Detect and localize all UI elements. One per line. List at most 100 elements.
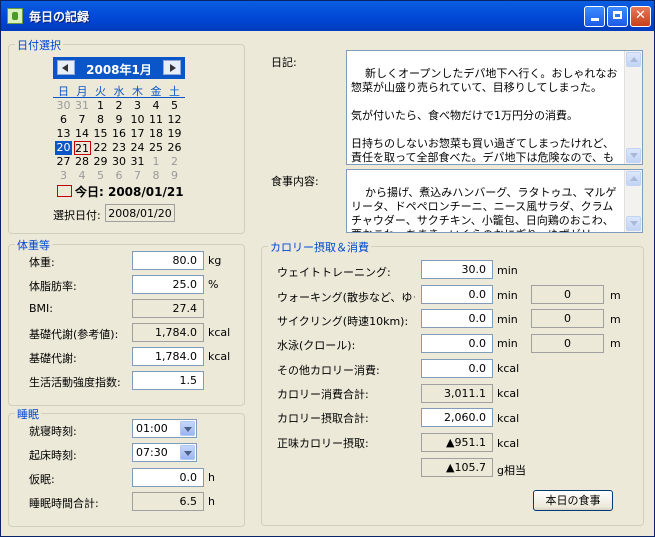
calendar-day[interactable]: 8	[148, 169, 165, 183]
prev-month-button[interactable]	[57, 60, 75, 75]
scroll-down-icon[interactable]	[626, 216, 641, 231]
calendar-day[interactable]: 19	[166, 127, 183, 141]
calendar-day[interactable]: 27	[55, 155, 72, 169]
calendar-day[interactable]: 12	[166, 113, 183, 127]
maximize-button[interactable]	[607, 6, 628, 27]
weight-training-input[interactable]: 30.0	[421, 260, 493, 279]
app-icon	[7, 8, 23, 24]
calendar-day[interactable]: 13	[55, 127, 72, 141]
next-month-button[interactable]	[163, 60, 181, 75]
diary-textarea[interactable]: 新しくオープンしたデパ地下へ行く。おしゃれなお惣菜が山盛り売られていて、目移りし…	[346, 50, 643, 165]
calendar-day[interactable]: 30	[111, 155, 128, 169]
net-intake-label: 正味カロリー摂取:	[277, 437, 369, 450]
other-burn-input[interactable]: 0.0	[421, 359, 493, 378]
burn-total-label: カロリー消費合計:	[277, 388, 369, 401]
swimming-distance-field: 0	[531, 334, 604, 353]
calendar-day[interactable]: 21	[73, 141, 91, 155]
scroll-down-icon[interactable]	[626, 148, 641, 163]
maximize-icon	[613, 11, 622, 19]
scroll-up-icon[interactable]	[626, 52, 641, 67]
calendar-header: 2008年1月	[53, 57, 185, 79]
calendar-day[interactable]: 7	[74, 113, 91, 127]
calendar-day[interactable]: 6	[111, 169, 128, 183]
calendar-day[interactable]: 26	[166, 141, 183, 155]
meal-textarea[interactable]: から揚げ、煮込みハンバーグ、ラタトゥユ、マルゲリータ、ドペペロンチーニ、ニース風…	[346, 169, 643, 233]
calendar-day[interactable]: 31	[129, 155, 146, 169]
chevron-down-icon[interactable]	[180, 445, 195, 460]
calendar-day[interactable]: 11	[148, 113, 165, 127]
swimming-input[interactable]: 0.0	[421, 334, 493, 353]
scroll-up-icon[interactable]	[626, 171, 641, 186]
calendar-day[interactable]: 25	[148, 141, 165, 155]
calendar-day[interactable]: 15	[92, 127, 109, 141]
weight-training-label: ウェイトトレーニング:	[277, 266, 391, 279]
weight-unit: kg	[208, 254, 222, 267]
bmi-label: BMI:	[29, 302, 53, 315]
weight-label: 体重:	[29, 256, 55, 269]
title-bar[interactable]: 毎日の記録 ✕	[1, 1, 654, 31]
diary-scrollbar[interactable]	[624, 51, 642, 164]
calendar-day[interactable]: 3	[129, 99, 146, 113]
intake-total-unit: kcal	[497, 412, 520, 425]
calendar-day[interactable]: 1	[148, 155, 165, 169]
walking-input[interactable]: 0.0	[421, 285, 493, 304]
window-title: 毎日の記録	[29, 10, 90, 24]
calendar-day[interactable]: 14	[74, 127, 91, 141]
calendar-day[interactable]: 5	[166, 99, 183, 113]
weight-input[interactable]: 80.0	[132, 251, 204, 270]
activity-label: 生活活動強度指数:	[29, 376, 121, 389]
calendar-day[interactable]: 10	[129, 113, 146, 127]
calendar-day[interactable]: 9	[111, 113, 128, 127]
calendar-day[interactable]: 8	[92, 113, 109, 127]
calendar-day[interactable]: 2	[166, 155, 183, 169]
walking-label: ウォーキング(散歩など、ゆっ	[277, 291, 415, 304]
calendar-day[interactable]: 6	[55, 113, 72, 127]
calendar-day[interactable]: 24	[129, 141, 146, 155]
minimize-icon	[590, 18, 599, 21]
fat-input[interactable]: 25.0	[132, 275, 204, 294]
calendar-day[interactable]: 2	[111, 99, 128, 113]
meal-scrollbar[interactable]	[624, 170, 642, 232]
wake-select[interactable]: 07:30	[132, 443, 197, 462]
bedtime-select[interactable]: 01:00	[132, 419, 197, 438]
calendar-weekday: 火	[95, 85, 106, 98]
calendar-day[interactable]: 7	[129, 169, 146, 183]
calendar-day[interactable]: 4	[74, 169, 91, 183]
calendar-day[interactable]: 16	[111, 127, 128, 141]
cycling-input[interactable]: 0.0	[421, 309, 493, 328]
bmi-field: 27.4	[132, 299, 204, 318]
calendar-day[interactable]: 5	[92, 169, 109, 183]
wake-value: 07:30	[136, 446, 168, 459]
activity-input[interactable]: 1.5	[132, 371, 204, 390]
nap-input[interactable]: 0.0	[132, 468, 204, 487]
calendar-day[interactable]: 18	[148, 127, 165, 141]
cycling-distance-unit: m	[610, 313, 621, 326]
calendar-day[interactable]: 23	[111, 141, 128, 155]
calendar-day[interactable]: 4	[148, 99, 165, 113]
calendar-day[interactable]: 30	[55, 99, 72, 113]
calendar-day[interactable]: 20	[55, 141, 72, 155]
burn-total-field: 3,011.1	[421, 384, 493, 403]
bmr-input[interactable]: 1,784.0	[132, 347, 204, 366]
calendar-weekday: 土	[169, 85, 180, 98]
calendar-day[interactable]: 3	[55, 169, 72, 183]
calendar-day[interactable]: 1	[92, 99, 109, 113]
calendar-today-label[interactable]: 今日: 2008/01/21	[75, 183, 184, 200]
chevron-down-icon[interactable]	[180, 421, 195, 436]
todays-meal-button[interactable]: 本日の食事	[533, 490, 613, 511]
swimming-unit: min	[497, 337, 518, 350]
calendar-day[interactable]: 17	[129, 127, 146, 141]
cycling-distance-field: 0	[531, 309, 604, 328]
bmr-ref-label: 基礎代謝(参考値):	[29, 328, 119, 341]
calendar-day[interactable]: 9	[166, 169, 183, 183]
close-button[interactable]: ✕	[630, 6, 651, 27]
walking-unit: min	[497, 289, 518, 302]
calendar-day[interactable]: 22	[92, 141, 109, 155]
intake-total-input[interactable]: 2,060.0	[421, 408, 493, 427]
bmr-ref-field: 1,784.0	[132, 323, 204, 342]
minimize-button[interactable]	[584, 6, 605, 27]
calendar-day[interactable]: 28	[74, 155, 91, 169]
calendar-day[interactable]: 31	[74, 99, 91, 113]
calendar-day[interactable]: 29	[92, 155, 109, 169]
calendar-month-title: 2008年1月	[86, 63, 152, 77]
